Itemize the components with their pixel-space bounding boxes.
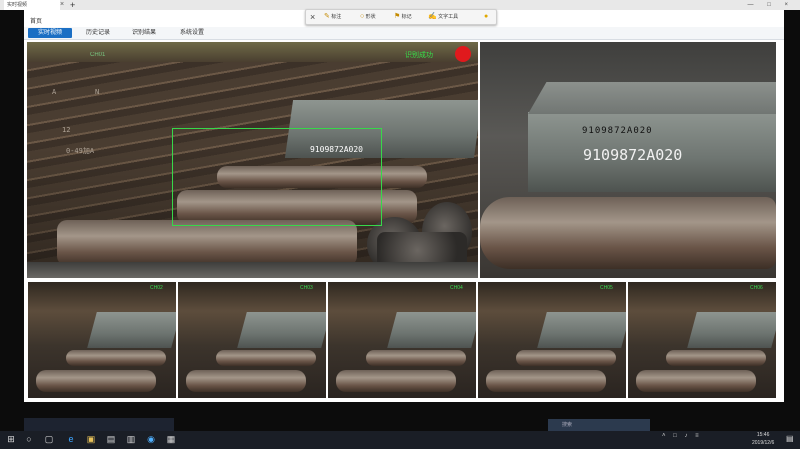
recognition-status: 识别成功: [405, 52, 433, 59]
slab-top: [528, 82, 776, 114]
notification-icon[interactable]: ▤: [786, 434, 794, 443]
clock-time: 15:46: [756, 432, 770, 438]
roller: [636, 370, 756, 392]
chrome-icon[interactable]: ◉: [146, 434, 156, 444]
floor-rail: [27, 262, 478, 278]
roller: [486, 370, 606, 392]
plate-id-text: 9109872A020: [583, 146, 683, 164]
taskbar-clock[interactable]: 15:46 2019/12/6: [752, 431, 774, 447]
pen-icon: ✎: [324, 13, 330, 20]
explorer-icon[interactable]: ▣: [86, 434, 96, 444]
clock-date: 2019/12/6: [752, 440, 775, 446]
app-icon[interactable]: ▤: [106, 434, 116, 444]
roller: [36, 370, 156, 392]
app-icon[interactable]: ▥: [126, 434, 136, 444]
toolbar-stamp-label: 标记: [401, 14, 412, 20]
channel-label: CH01: [90, 52, 106, 58]
steel-slab: [87, 312, 176, 348]
detection-box: [172, 128, 382, 226]
stamp-icon: ⚑: [394, 13, 401, 20]
toolbar-shape-button[interactable]: ○ 形状: [360, 10, 376, 24]
toolbar-color-icon[interactable]: ●: [484, 10, 488, 24]
record-indicator-icon: [455, 46, 471, 62]
start-icon[interactable]: ⊞: [6, 434, 16, 444]
roller: [216, 350, 316, 366]
plate-stamp-text: 9109872A020: [582, 126, 653, 136]
window-controls[interactable]: — □ ×: [748, 0, 794, 10]
toolbar-text-label: 文字工具: [438, 14, 459, 20]
tab-results[interactable]: 识别结果: [122, 28, 166, 38]
camera-thumbnail[interactable]: [178, 282, 326, 398]
thumbnail-channel-label: CH03: [300, 285, 313, 291]
toolbar-close-icon[interactable]: ×: [310, 10, 315, 24]
plate-id-label: 9109872A020: [310, 145, 363, 154]
thumbnail-channel-label: CH06: [750, 285, 763, 291]
roller: [366, 350, 466, 366]
toolbar-stamp-button[interactable]: ⚑ 标记: [394, 10, 412, 24]
browser-tab[interactable]: 实时视频: [4, 0, 60, 10]
steel-slab: [237, 312, 326, 348]
toolbar-pen-label: 标注: [331, 14, 342, 20]
shape-icon: ○: [360, 13, 365, 20]
roller: [57, 220, 357, 266]
tab-settings[interactable]: 系统设置: [170, 28, 214, 38]
chalk-mark: 0-49加A: [66, 147, 95, 155]
toolbar-text-button[interactable]: ✍ 文字工具: [428, 10, 458, 24]
camera-thumbnail[interactable]: [328, 282, 476, 398]
toolbar-pen-button[interactable]: ✎ 标注: [324, 10, 341, 24]
camera-thumbnail[interactable]: [28, 282, 176, 398]
steel-slab: [387, 312, 476, 348]
system-tray[interactable]: ˄ □ ♪ ≡: [662, 433, 702, 439]
roller: [336, 370, 456, 392]
roller: [66, 350, 166, 366]
roller: [480, 197, 776, 269]
steel-slab: [537, 312, 626, 348]
text-icon: ✍: [428, 13, 437, 20]
toolbar-shape-label: 形状: [365, 14, 376, 20]
roller: [516, 350, 616, 366]
edge-icon[interactable]: e: [66, 434, 76, 444]
chalk-mark: A: [52, 88, 57, 96]
tab-live-video[interactable]: 实时视频: [28, 28, 72, 38]
taskbar-search-input[interactable]: 搜索: [548, 419, 650, 431]
app-icon[interactable]: ▦: [166, 434, 176, 444]
roller: [186, 370, 306, 392]
app-title: 首页: [30, 19, 43, 25]
tab-history[interactable]: 历史记录: [78, 28, 118, 38]
secondary-taskbar: [24, 418, 174, 431]
thumbnail-channel-label: CH02: [150, 285, 163, 291]
steel-slab: [687, 312, 776, 348]
chalk-mark: 12: [62, 126, 71, 134]
task-view-icon[interactable]: ▢: [44, 434, 54, 444]
roller: [666, 350, 766, 366]
cortana-icon[interactable]: ○: [24, 434, 34, 444]
camera-thumbnail[interactable]: [628, 282, 776, 398]
thumbnail-channel-label: CH05: [600, 285, 613, 291]
new-tab-icon[interactable]: +: [70, 0, 75, 10]
chalk-mark: N: [95, 88, 100, 96]
tab-close-icon[interactable]: ×: [60, 0, 64, 10]
camera-thumbnail[interactable]: [478, 282, 626, 398]
annotation-toolbar: × ✎ 标注 ○ 形状 ⚑ 标记 ✍ 文字工具 ●: [305, 9, 497, 25]
thumbnail-channel-label: CH04: [450, 285, 463, 291]
